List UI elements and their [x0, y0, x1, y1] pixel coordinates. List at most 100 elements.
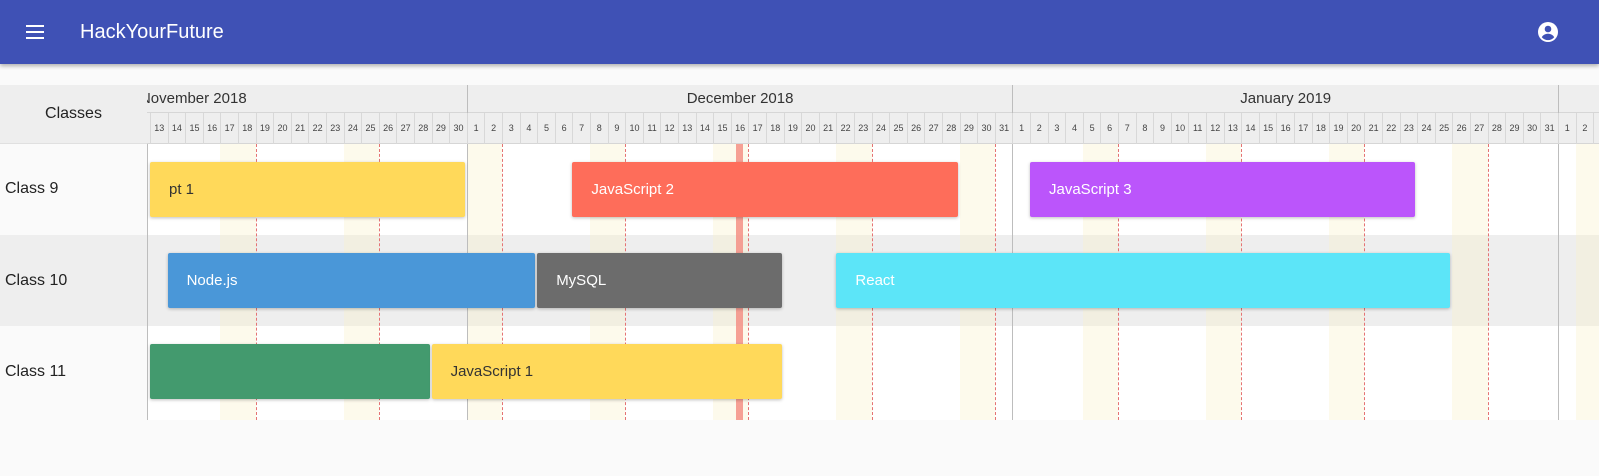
account-circle-icon — [1538, 22, 1558, 42]
day-cell: 6 — [1100, 113, 1118, 144]
day-cell: 28 — [1487, 113, 1506, 144]
month-gridline — [1558, 144, 1559, 420]
day-cell: 3 — [1047, 113, 1066, 144]
day-cell: 20 — [801, 113, 819, 144]
day-cell: 5 — [1082, 113, 1101, 144]
day-cell: 24 — [871, 113, 890, 144]
day-cell: 26 — [906, 113, 925, 144]
day-cell: 22 — [836, 113, 854, 144]
class-row-label: Class 10 — [0, 235, 147, 326]
day-cell: 28 — [414, 113, 432, 144]
day-cell: 11 — [1188, 113, 1206, 144]
module-bar[interactable]: Node.js — [167, 253, 536, 308]
day-cell: 4 — [1065, 113, 1083, 144]
day-cell: 19 — [783, 113, 802, 144]
day-cell: 17 — [220, 113, 238, 144]
class-row-label: Class 11 — [5, 363, 67, 380]
day-cell: 23 — [854, 113, 872, 144]
day-cell: 24 — [1417, 113, 1435, 144]
day-cell: 30 — [1522, 113, 1541, 144]
module-bar[interactable]: pt 1 — [150, 162, 465, 217]
class-row-label: Class 9 — [5, 179, 59, 197]
day-cell: 27 — [924, 113, 942, 144]
day-cell: 18 — [1311, 113, 1330, 144]
day-cell: 16 — [730, 113, 749, 144]
day-cell: 12 — [1206, 113, 1224, 144]
days-header: 1213141516171819202122232425262728293012… — [147, 113, 1599, 144]
day-cell: 10 — [1170, 113, 1189, 144]
month-header-cell: November 2018 — [147, 85, 467, 113]
module-bar[interactable]: JavaScript 2 — [572, 162, 958, 217]
day-cell: 25 — [1434, 113, 1453, 144]
day-cell: 14 — [695, 113, 714, 144]
day-cell: 17 — [1294, 113, 1312, 144]
day-cell: 5 — [537, 113, 555, 144]
module-bar[interactable]: JavaScript 3 — [1030, 162, 1416, 217]
module-bar[interactable] — [150, 344, 430, 399]
day-cell: 10 — [625, 113, 643, 144]
day-cell: 1 — [1012, 113, 1030, 144]
app-bar: HackYourFuture — [0, 0, 1599, 64]
module-bar-label: React — [855, 272, 895, 289]
module-bar-label: JavaScript 3 — [1049, 181, 1132, 198]
day-cell: 25 — [361, 113, 379, 144]
day-cell: 21 — [290, 113, 309, 144]
day-cell: 18 — [238, 113, 256, 144]
day-cell: 14 — [167, 113, 186, 144]
weekend-shade — [1575, 144, 1599, 420]
module-bar-label: pt 1 — [169, 181, 195, 198]
day-cell: 29 — [1505, 113, 1523, 144]
day-cell: 3 — [502, 113, 520, 144]
day-cell: 29 — [959, 113, 978, 144]
day-cell: 31 — [994, 113, 1013, 144]
day-cell: 28 — [942, 113, 960, 144]
menu-icon — [26, 25, 44, 27]
day-cell: 8 — [590, 113, 608, 144]
day-cell: 21 — [1364, 113, 1382, 144]
week-gridline — [1487, 144, 1489, 420]
months-header: November 2018 December 2018 January 2019 — [147, 85, 1599, 113]
module-bar[interactable]: JavaScript 1 — [431, 344, 782, 399]
day-cell: 8 — [1135, 113, 1154, 144]
day-cell: 27 — [1470, 113, 1488, 144]
day-cell: 22 — [1382, 113, 1400, 144]
weekend-shade — [1452, 144, 1488, 420]
module-bar[interactable]: MySQL — [537, 253, 782, 308]
day-cell: 2 — [484, 113, 502, 144]
day-cell: 9 — [1153, 113, 1171, 144]
day-cell: 17 — [748, 113, 766, 144]
day-cell: 13 — [678, 113, 696, 144]
day-cell: 19 — [1329, 113, 1347, 144]
menu-button[interactable] — [16, 12, 56, 52]
day-cell: 15 — [713, 113, 731, 144]
day-cell: 19 — [255, 113, 274, 144]
day-cell: 18 — [766, 113, 784, 144]
day-cell: 1 — [1558, 113, 1576, 144]
module-bar[interactable]: React — [836, 253, 1451, 308]
timeline-left-border — [147, 144, 148, 420]
month-header-cell — [1558, 85, 1599, 113]
day-cell: 26 — [1452, 113, 1470, 144]
day-cell: 23 — [326, 113, 344, 144]
day-cell: 25 — [889, 113, 907, 144]
day-cell: 26 — [378, 113, 397, 144]
day-cell: 30 — [977, 113, 995, 144]
month-header-cell: January 2019 — [1012, 85, 1558, 113]
day-cell: 4 — [519, 113, 538, 144]
day-cell: 13 — [1223, 113, 1242, 144]
day-cell: 16 — [1276, 113, 1294, 144]
day-cell: 2 — [1575, 113, 1594, 144]
gantt-timeline: November 2018 December 2018 January 2019 1… — [147, 85, 1599, 420]
module-bar-label: Node.js — [186, 272, 238, 289]
day-cell: 7 — [572, 113, 590, 144]
account-button[interactable] — [1536, 20, 1560, 44]
day-cell: 2 — [1030, 113, 1048, 144]
day-cell: 6 — [554, 113, 573, 144]
classes-column-header: Classes — [0, 85, 147, 144]
day-cell: 22 — [308, 113, 326, 144]
day-cell: 30 — [449, 113, 467, 144]
day-cell: 29 — [431, 113, 450, 144]
day-cell: 15 — [185, 113, 203, 144]
day-cell: 1 — [466, 113, 485, 144]
day-cell: 20 — [273, 113, 291, 144]
